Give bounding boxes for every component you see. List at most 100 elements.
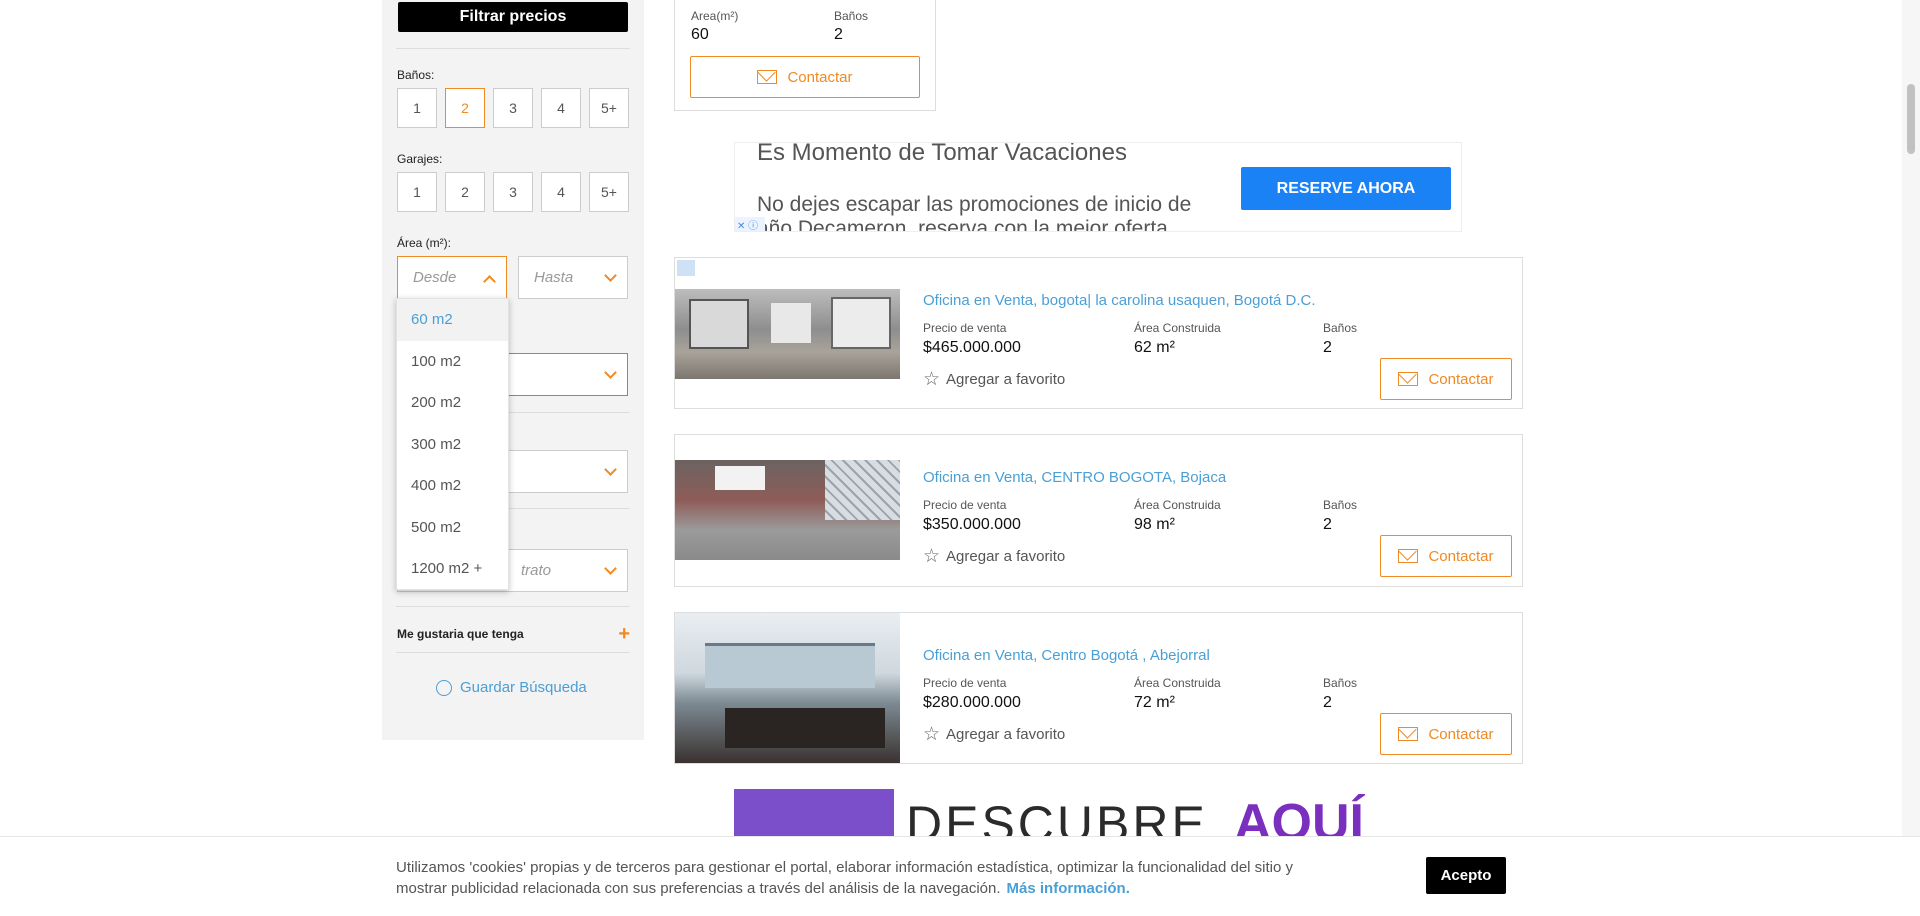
listing-title[interactable]: Oficina en Venta, CENTRO BOGOTA, Bojaca — [923, 469, 1226, 486]
listing-card[interactable]: Oficina en Venta, bogota| la carolina us… — [674, 257, 1523, 409]
ad-body: No dejes escapar las promociones de inic… — [757, 193, 1192, 232]
area-value: 72 m² — [1134, 694, 1175, 711]
area-option[interactable]: 1200 m2 + — [397, 548, 508, 590]
chevron-up-icon — [483, 275, 496, 288]
star-icon: ☆ — [923, 546, 941, 567]
area-to-select[interactable]: Hasta — [518, 256, 628, 299]
add-favorite-link[interactable]: ☆ Agregar a favorito — [923, 368, 1065, 391]
garajes-option-5plus[interactable]: 5+ — [589, 172, 629, 212]
banos-label: Baños — [1323, 676, 1358, 690]
more-info-link[interactable]: Más información. — [1007, 880, 1130, 897]
ad-headline: Es Momento de Tomar Vacaciones — [757, 142, 1127, 166]
plus-icon[interactable]: + — [618, 623, 630, 646]
mail-icon — [1398, 727, 1419, 741]
ad-banner[interactable]: Es Momento de Tomar Vacaciones No dejes … — [734, 142, 1462, 232]
page-scrollbar[interactable] — [1902, 0, 1920, 916]
banos-option-1[interactable]: 1 — [397, 88, 437, 128]
contact-button[interactable]: Contactar — [1380, 358, 1512, 400]
chevron-down-icon — [604, 562, 617, 575]
banos-value: 2 — [1323, 339, 1332, 356]
area-label: Área Construida — [1134, 498, 1221, 512]
save-search-link[interactable]: Guardar Búsqueda — [436, 679, 587, 696]
area-option[interactable]: 100 m2 — [397, 341, 508, 383]
divider — [396, 606, 630, 607]
scrollbar-thumb[interactable] — [1907, 84, 1915, 154]
garajes-option-4[interactable]: 4 — [541, 172, 581, 212]
save-search-label: Guardar Búsqueda — [460, 679, 587, 696]
area-option[interactable]: 300 m2 — [397, 424, 508, 466]
area-label: Área Construida — [1134, 321, 1221, 335]
area-option[interactable]: 60 m2 — [397, 299, 508, 341]
garajes-label: Garajes: — [397, 152, 443, 166]
filter-prices-button[interactable]: Filtrar precios — [398, 2, 628, 32]
mail-icon — [757, 70, 778, 84]
ad-cta-button[interactable]: RESERVE AHORA — [1241, 167, 1451, 210]
ad-choices-icon[interactable]: ✕ ⓘ — [735, 217, 765, 231]
mail-icon — [1398, 372, 1419, 386]
garajes-option-2[interactable]: 2 — [445, 172, 485, 212]
contact-button[interactable]: Contactar — [1380, 713, 1512, 755]
banos-option-3[interactable]: 3 — [493, 88, 533, 128]
price-label: Precio de venta — [923, 676, 1007, 690]
add-favorite-label: Agregar a favorito — [946, 548, 1066, 565]
price-value: $465.000.000 — [923, 339, 1021, 356]
listing-photo[interactable] — [675, 460, 900, 560]
area-label: Área Construida — [1134, 676, 1221, 690]
area-from-placeholder: Desde — [413, 269, 457, 286]
chevron-down-icon — [604, 269, 617, 282]
contact-label: Contactar — [1428, 547, 1494, 565]
banos-label: Baños — [834, 9, 869, 23]
contact-label: Contactar — [1428, 725, 1494, 743]
cookie-message: Utilizamos 'cookies' propias y de tercer… — [396, 859, 1293, 897]
area-to-placeholder: Hasta — [534, 269, 574, 286]
area-label: Area(m²) — [691, 9, 739, 23]
add-favorite-link[interactable]: ☆ Agregar a favorito — [923, 545, 1065, 568]
mail-icon — [1398, 549, 1419, 563]
price-value: $350.000.000 — [923, 516, 1021, 533]
divider — [396, 652, 630, 653]
contact-label: Contactar — [1428, 370, 1494, 388]
banos-label: Baños: — [397, 68, 435, 82]
garajes-option-1[interactable]: 1 — [397, 172, 437, 212]
area-from-dropdown: 60 m2 100 m2 200 m2 300 m2 400 m2 500 m2… — [396, 298, 509, 590]
garajes-option-3[interactable]: 3 — [493, 172, 533, 212]
chevron-down-icon — [604, 366, 617, 379]
banos-option-4[interactable]: 4 — [541, 88, 581, 128]
star-icon: ☆ — [923, 369, 941, 390]
cookie-text: Utilizamos 'cookies' propias y de tercer… — [396, 857, 1346, 899]
cookie-bar: Utilizamos 'cookies' propias y de tercer… — [0, 836, 1920, 916]
loading-icon — [677, 260, 695, 276]
banos-label: Baños — [1323, 321, 1358, 335]
add-favorite-label: Agregar a favorito — [946, 371, 1066, 388]
price-label: Precio de venta — [923, 321, 1007, 335]
area-option[interactable]: 500 m2 — [397, 507, 508, 549]
contact-button[interactable]: Contactar — [690, 56, 920, 98]
add-favorite-link[interactable]: ☆ Agregar a favorito — [923, 723, 1065, 746]
banos-value: 2 — [1323, 516, 1332, 533]
contact-button[interactable]: Contactar — [1380, 535, 1512, 577]
listing-photo[interactable] — [675, 613, 900, 763]
divider — [396, 48, 630, 49]
area-option[interactable]: 400 m2 — [397, 465, 508, 507]
accept-cookies-button[interactable]: Acepto — [1426, 857, 1506, 894]
listing-card[interactable]: Oficina en Venta, Centro Bogotá , Abejor… — [674, 612, 1523, 764]
extras-label[interactable]: Me gustaria que tenga — [397, 627, 524, 641]
price-label: Precio de venta — [923, 498, 1007, 512]
area-label: Área (m²): — [397, 236, 451, 250]
area-option[interactable]: 200 m2 — [397, 382, 508, 424]
area-value: 60 — [691, 26, 709, 43]
listing-title[interactable]: Oficina en Venta, Centro Bogotá , Abejor… — [923, 647, 1210, 664]
filters-sidebar: Filtrar precios Baños: 1 2 3 4 5+ Garaje… — [382, 0, 644, 740]
add-favorite-label: Agregar a favorito — [946, 726, 1066, 743]
area-value: 62 m² — [1134, 339, 1175, 356]
listing-photo[interactable] — [675, 289, 900, 379]
banos-option-2[interactable]: 2 — [445, 88, 485, 128]
price-value: $280.000.000 — [923, 694, 1021, 711]
area-value: 98 m² — [1134, 516, 1175, 533]
listing-card[interactable]: Oficina en Venta, CENTRO BOGOTA, Bojaca … — [674, 434, 1523, 587]
area-from-select[interactable]: Desde — [397, 256, 507, 299]
listing-title[interactable]: Oficina en Venta, bogota| la carolina us… — [923, 292, 1316, 309]
contract-type-placeholder: trato — [521, 562, 552, 579]
contact-label: Contactar — [787, 68, 853, 86]
banos-option-5plus[interactable]: 5+ — [589, 88, 629, 128]
